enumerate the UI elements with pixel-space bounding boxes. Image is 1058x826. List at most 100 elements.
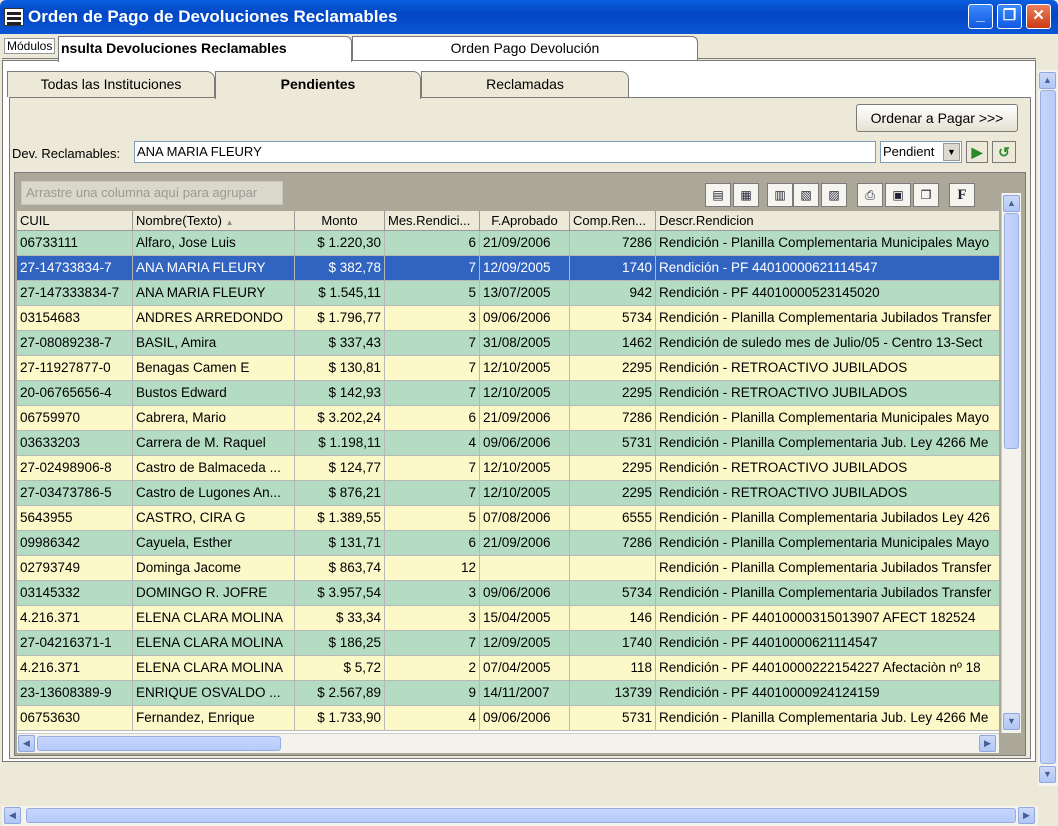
cell-cuil[interactable]: 03145332 <box>17 581 133 606</box>
cell-fecha[interactable]: 07/08/2006 <box>480 506 570 531</box>
cell-fecha[interactable] <box>480 556 570 581</box>
grid-horizontal-scrollbar[interactable]: ◀ ▶ <box>17 733 999 753</box>
scroll-right-icon[interactable]: ▶ <box>979 735 996 752</box>
cell-fecha[interactable]: 21/09/2006 <box>480 231 570 256</box>
cell-fecha[interactable]: 12/10/2005 <box>480 456 570 481</box>
cell-comp[interactable]: 7286 <box>570 531 656 556</box>
cell-fecha[interactable]: 12/09/2005 <box>480 256 570 281</box>
cell-nombre[interactable]: ELENA CLARA MOLINA <box>133 631 295 656</box>
cell-fecha[interactable]: 09/06/2006 <box>480 431 570 456</box>
cell-cuil[interactable]: 06759970 <box>17 406 133 431</box>
cell-monto[interactable]: $ 142,93 <box>295 381 385 406</box>
cell-monto[interactable]: $ 863,74 <box>295 556 385 581</box>
cell-fecha[interactable]: 12/10/2005 <box>480 381 570 406</box>
window-vertical-scrollbar[interactable]: ▲ ▼ <box>1038 70 1058 786</box>
column-header-mes[interactable]: Mes.Rendici... <box>385 211 480 231</box>
cell-fecha[interactable]: 31/08/2005 <box>480 331 570 356</box>
cell-fecha[interactable]: 09/06/2006 <box>480 306 570 331</box>
cell-comp[interactable]: 5734 <box>570 581 656 606</box>
grid-vertical-scrollbar[interactable]: ▲ ▼ <box>1001 193 1021 733</box>
cell-fecha[interactable]: 14/11/2007 <box>480 681 570 706</box>
window-horizontal-scroll-thumb[interactable] <box>26 808 1016 823</box>
cell-comp[interactable]: 1462 <box>570 331 656 356</box>
cell-nombre[interactable]: ELENA CLARA MOLINA <box>133 656 295 681</box>
cell-comp[interactable]: 5731 <box>570 706 656 731</box>
cell-comp[interactable] <box>570 556 656 581</box>
cell-descr[interactable]: Rendición de suledo mes de Julio/05 - Ce… <box>656 331 999 356</box>
window-scroll-up-icon[interactable]: ▲ <box>1039 72 1056 89</box>
cell-monto[interactable]: $ 3.957,54 <box>295 581 385 606</box>
cell-comp[interactable]: 146 <box>570 606 656 631</box>
cell-cuil[interactable]: 27-03473786-5 <box>17 481 133 506</box>
cell-nombre[interactable]: Benagas Camen E <box>133 356 295 381</box>
export-icon[interactable]: ▦ <box>733 183 759 207</box>
cell-comp[interactable]: 118 <box>570 656 656 681</box>
cell-cuil[interactable]: 27-14733834-7 <box>17 256 133 281</box>
table-row[interactable]: 27-03473786-5 Castro de Lugones An... $ 87… <box>17 481 999 506</box>
copy-icon[interactable]: ❐ <box>913 183 939 207</box>
tab-reclamadas[interactable]: Reclamadas <box>421 71 629 97</box>
cell-fecha[interactable]: 09/06/2006 <box>480 706 570 731</box>
cell-mes[interactable]: 3 <box>385 606 480 631</box>
column-header-descr[interactable]: Descr.Rendicion <box>656 211 999 231</box>
cell-descr[interactable]: Rendición - RETROACTIVO JUBILADOS <box>656 381 999 406</box>
cell-monto[interactable]: $ 1.198,11 <box>295 431 385 456</box>
cell-mes[interactable]: 6 <box>385 531 480 556</box>
cell-comp[interactable]: 5734 <box>570 306 656 331</box>
table-row[interactable]: 27-08089238-7 BASIL, Amira $ 337,43 7 31/08/… <box>17 331 999 356</box>
cell-comp[interactable]: 2295 <box>570 456 656 481</box>
table-row[interactable]: 27-04216371-1 ELENA CLARA MOLINA $ 186,25 7… <box>17 631 999 656</box>
cell-nombre[interactable]: Castro de Lugones An... <box>133 481 295 506</box>
cell-comp[interactable]: 2295 <box>570 381 656 406</box>
cell-cuil[interactable]: 27-08089238-7 <box>17 331 133 356</box>
cell-nombre[interactable]: ENRIQUE OSVALDO ... <box>133 681 295 706</box>
modules-label[interactable]: Módulos <box>4 38 56 54</box>
cell-descr[interactable]: Rendición - PF 44010000924124159 <box>656 681 999 706</box>
table-row[interactable]: 20-06765656-4 Bustos Edward $ 142,93 7 12/10… <box>17 381 999 406</box>
table-row[interactable]: 27-14733834-7 ANA MARIA FLEURY $ 382,78 7 12… <box>17 256 999 281</box>
tab-pendientes[interactable]: Pendientes <box>215 71 421 99</box>
cell-monto[interactable]: $ 876,21 <box>295 481 385 506</box>
table-row[interactable]: 06733111 Alfaro, Jose Luis $ 1.220,30 6 21/0… <box>17 231 999 256</box>
cell-cuil[interactable]: 4.216.371 <box>17 606 133 631</box>
scroll-up-icon[interactable]: ▲ <box>1003 195 1020 212</box>
cell-mes[interactable]: 7 <box>385 356 480 381</box>
cell-fecha[interactable]: 09/06/2006 <box>480 581 570 606</box>
cell-nombre[interactable]: BASIL, Amira <box>133 331 295 356</box>
cell-monto[interactable]: $ 337,43 <box>295 331 385 356</box>
table-row[interactable]: 27-147333834-7 ANA MARIA FLEURY $ 1.545,11… <box>17 281 999 306</box>
cell-monto[interactable]: $ 1.220,30 <box>295 231 385 256</box>
cell-fecha[interactable]: 07/04/2005 <box>480 656 570 681</box>
tab-consulta-devoluciones[interactable]: nsulta Devoluciones Reclamables <box>58 36 352 62</box>
dev-reclamables-input[interactable]: ANA MARIA FLEURY <box>134 141 876 163</box>
printer-icon[interactable]: ▤ <box>705 183 731 207</box>
cell-mes[interactable]: 2 <box>385 656 480 681</box>
cell-comp[interactable]: 13739 <box>570 681 656 706</box>
cell-mes[interactable]: 7 <box>385 331 480 356</box>
cell-comp[interactable]: 2295 <box>570 356 656 381</box>
cell-mes[interactable]: 5 <box>385 506 480 531</box>
column-header-comp[interactable]: Comp.Ren... <box>570 211 656 231</box>
cell-descr[interactable]: Rendición - Planilla Complementaria Jub.… <box>656 431 999 456</box>
cell-monto[interactable]: $ 382,78 <box>295 256 385 281</box>
cell-descr[interactable]: Rendición - Planilla Complementaria Jubi… <box>656 556 999 581</box>
cell-monto[interactable]: $ 131,71 <box>295 531 385 556</box>
table-row[interactable]: 02793749 Dominga Jacome $ 863,74 12 Rendició… <box>17 556 999 581</box>
table-row[interactable]: 4.216.371 ELENA CLARA MOLINA $ 33,34 3 15/04… <box>17 606 999 631</box>
table-row[interactable]: 27-02498906-8 Castro de Balmaceda ... $ 12… <box>17 456 999 481</box>
cell-descr[interactable]: Rendición - Planilla Complementaria Jubi… <box>656 306 999 331</box>
grid-horizontal-scroll-thumb[interactable] <box>37 736 281 751</box>
status-filter-select[interactable]: Pendient ▼ <box>880 141 962 163</box>
cell-nombre[interactable]: Bustos Edward <box>133 381 295 406</box>
tab-todas-instituciones[interactable]: Todas las Instituciones <box>7 71 215 97</box>
cell-descr[interactable]: Rendición - PF 44010000222154227 Afectac… <box>656 656 999 681</box>
ordenar-a-pagar-button[interactable]: Ordenar a Pagar >>> <box>856 104 1018 132</box>
cell-fecha[interactable]: 21/09/2006 <box>480 531 570 556</box>
cell-monto[interactable]: $ 1.389,55 <box>295 506 385 531</box>
table-row[interactable]: 06759970 Cabrera, Mario $ 3.202,24 6 21/09/2… <box>17 406 999 431</box>
cell-nombre[interactable]: Castro de Balmaceda ... <box>133 456 295 481</box>
cell-mes[interactable]: 6 <box>385 406 480 431</box>
table-row[interactable]: 09986342 Cayuela, Esther $ 131,71 6 21/09/20… <box>17 531 999 556</box>
cell-descr[interactable]: Rendición - PF 44010000621114547 <box>656 631 999 656</box>
cell-nombre[interactable]: Fernandez, Enrique <box>133 706 295 731</box>
